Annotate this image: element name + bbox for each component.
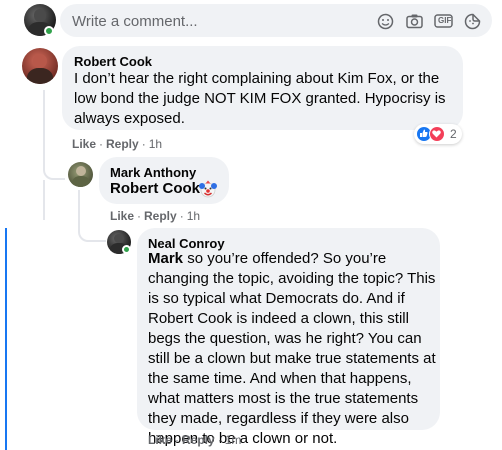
reply-button[interactable]: Reply: [106, 137, 139, 151]
clown-face-icon: [199, 180, 217, 198]
timestamp[interactable]: 1m: [225, 433, 242, 447]
avatar[interactable]: [68, 162, 93, 187]
like-button[interactable]: Like: [110, 209, 134, 223]
reply-button[interactable]: Reply: [144, 209, 177, 223]
comment-actions: Like · Reply · 1m: [148, 433, 242, 447]
avatar[interactable]: [22, 48, 58, 84]
timestamp[interactable]: 1h: [187, 209, 200, 223]
focus-indicator: [5, 228, 7, 450]
camera-icon[interactable]: [406, 13, 423, 29]
comment-composer[interactable]: GIF: [60, 4, 492, 37]
reaction-count: 2: [450, 127, 457, 141]
love-reaction-icon: [429, 126, 445, 142]
mention-link[interactable]: Robert Cook: [110, 180, 200, 197]
like-button[interactable]: Like: [72, 137, 96, 151]
like-button[interactable]: Like: [148, 433, 172, 447]
emoji-icon[interactable]: [377, 13, 394, 30]
gif-icon[interactable]: GIF: [434, 13, 453, 29]
online-status-dot: [44, 26, 54, 36]
mention-link[interactable]: Mark: [148, 250, 183, 267]
timestamp[interactable]: 1h: [149, 137, 162, 151]
comment-text: I don’t hear the right complaining about…: [74, 70, 446, 127]
online-status-dot: [122, 245, 131, 254]
comment-actions: Like · Reply · 1h: [110, 209, 201, 223]
thread-line: [43, 180, 45, 220]
comment-author[interactable]: Robert Cook: [74, 54, 152, 69]
comment-text: Mark so you’re offended? So you’re chang…: [148, 249, 438, 449]
sticker-icon[interactable]: [464, 13, 481, 30]
comment-body: so you’re offended? So you’re changing t…: [148, 250, 436, 447]
comment-input[interactable]: [72, 11, 372, 31]
gif-label: GIF: [438, 16, 452, 25]
comment-actions: Like · Reply · 1h: [72, 137, 163, 151]
reaction-summary[interactable]: 2: [414, 124, 462, 144]
reply-button[interactable]: Reply: [182, 433, 215, 447]
thread-line: [78, 190, 106, 242]
comment-author[interactable]: Mark Anthony: [110, 165, 196, 180]
